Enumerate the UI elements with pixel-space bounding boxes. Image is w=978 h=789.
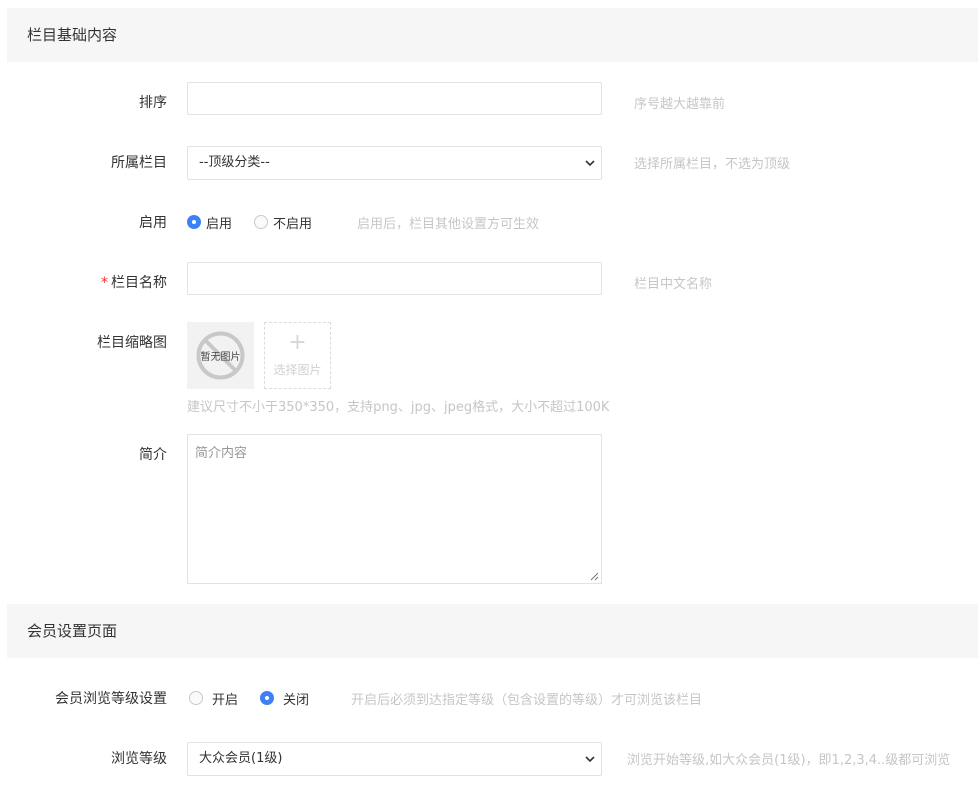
parent-select[interactable]: --顶级分类-- [187,146,602,180]
browse-level-select-value: 大众会员(1级) [199,751,283,766]
section-header-basic: 栏目基础内容 [7,8,978,62]
name-input[interactable] [187,262,602,295]
member-level-radio-on[interactable]: 开启 [189,689,238,708]
select-image-button[interactable]: + 选择图片 [264,322,331,389]
chevron-down-icon [585,756,595,763]
section-title: 栏目基础内容 [27,26,118,44]
sort-label: 排序 [139,95,167,111]
resize-grip-icon[interactable] [590,572,599,581]
intro-label: 简介 [139,447,167,463]
chevron-down-icon [585,160,595,167]
radio-label: 启用 [206,216,233,232]
no-image-text: 暂无图片 [200,352,241,363]
section-title: 会员设置页面 [27,622,118,640]
member-level-setting-label: 会员浏览等级设置 [55,691,167,707]
sort-hint: 序号越大越靠前 [634,97,726,112]
name-label-text: 栏目名称 [111,275,167,291]
select-image-label: 选择图片 [273,363,322,377]
sort-input[interactable] [187,82,602,115]
member-level-hint: 开启后必须到达指定等级（包含设置的等级）才可浏览该栏目 [351,693,703,708]
browse-level-hint: 浏览开始等级,如大众会员(1级)，即1,2,3,4..级都可浏览 [627,753,951,768]
thumbnail-label: 栏目缩略图 [97,335,167,351]
enable-radio-on[interactable]: 启用 [187,213,232,232]
radio-unchecked-icon [189,691,203,705]
radio-label: 不启用 [273,216,313,232]
radio-checked-icon [187,215,201,229]
parent-label: 所属栏目 [111,155,167,171]
name-hint: 栏目中文名称 [634,277,713,292]
intro-textarea[interactable]: 简介内容 [187,434,602,584]
name-label: * 栏目名称 [0,272,167,292]
radio-unchecked-icon [254,215,269,229]
parent-hint: 选择所属栏目，不选为顶级 [634,157,791,172]
browse-level-select[interactable]: 大众会员(1级) [187,742,602,776]
enable-hint: 启用后，栏目其他设置方可生效 [357,217,540,232]
browse-level-label: 浏览等级 [111,751,167,767]
thumbnail-hint: 建议尺寸不小于350*350，支持png、jpg、jpeg格式，大小不超过100… [187,400,610,415]
member-level-radio-group: 开启 关闭 [189,688,331,708]
intro-placeholder: 简介内容 [195,446,248,461]
parent-select-value: --顶级分类-- [199,155,270,170]
required-mark: * [101,275,108,291]
radio-label: 开启 [212,692,239,708]
plus-icon: + [288,330,307,355]
enable-radio-off[interactable]: 不启用 [254,213,312,232]
member-level-radio-off[interactable]: 关闭 [260,689,309,708]
section-header-member: 会员设置页面 [7,604,978,658]
radio-label: 关闭 [283,692,310,708]
radio-checked-icon [260,691,275,705]
enable-label: 启用 [139,215,167,231]
enable-radio-group: 启用 不启用 [187,212,334,232]
thumbnail-preview: 暂无图片 [187,322,254,389]
